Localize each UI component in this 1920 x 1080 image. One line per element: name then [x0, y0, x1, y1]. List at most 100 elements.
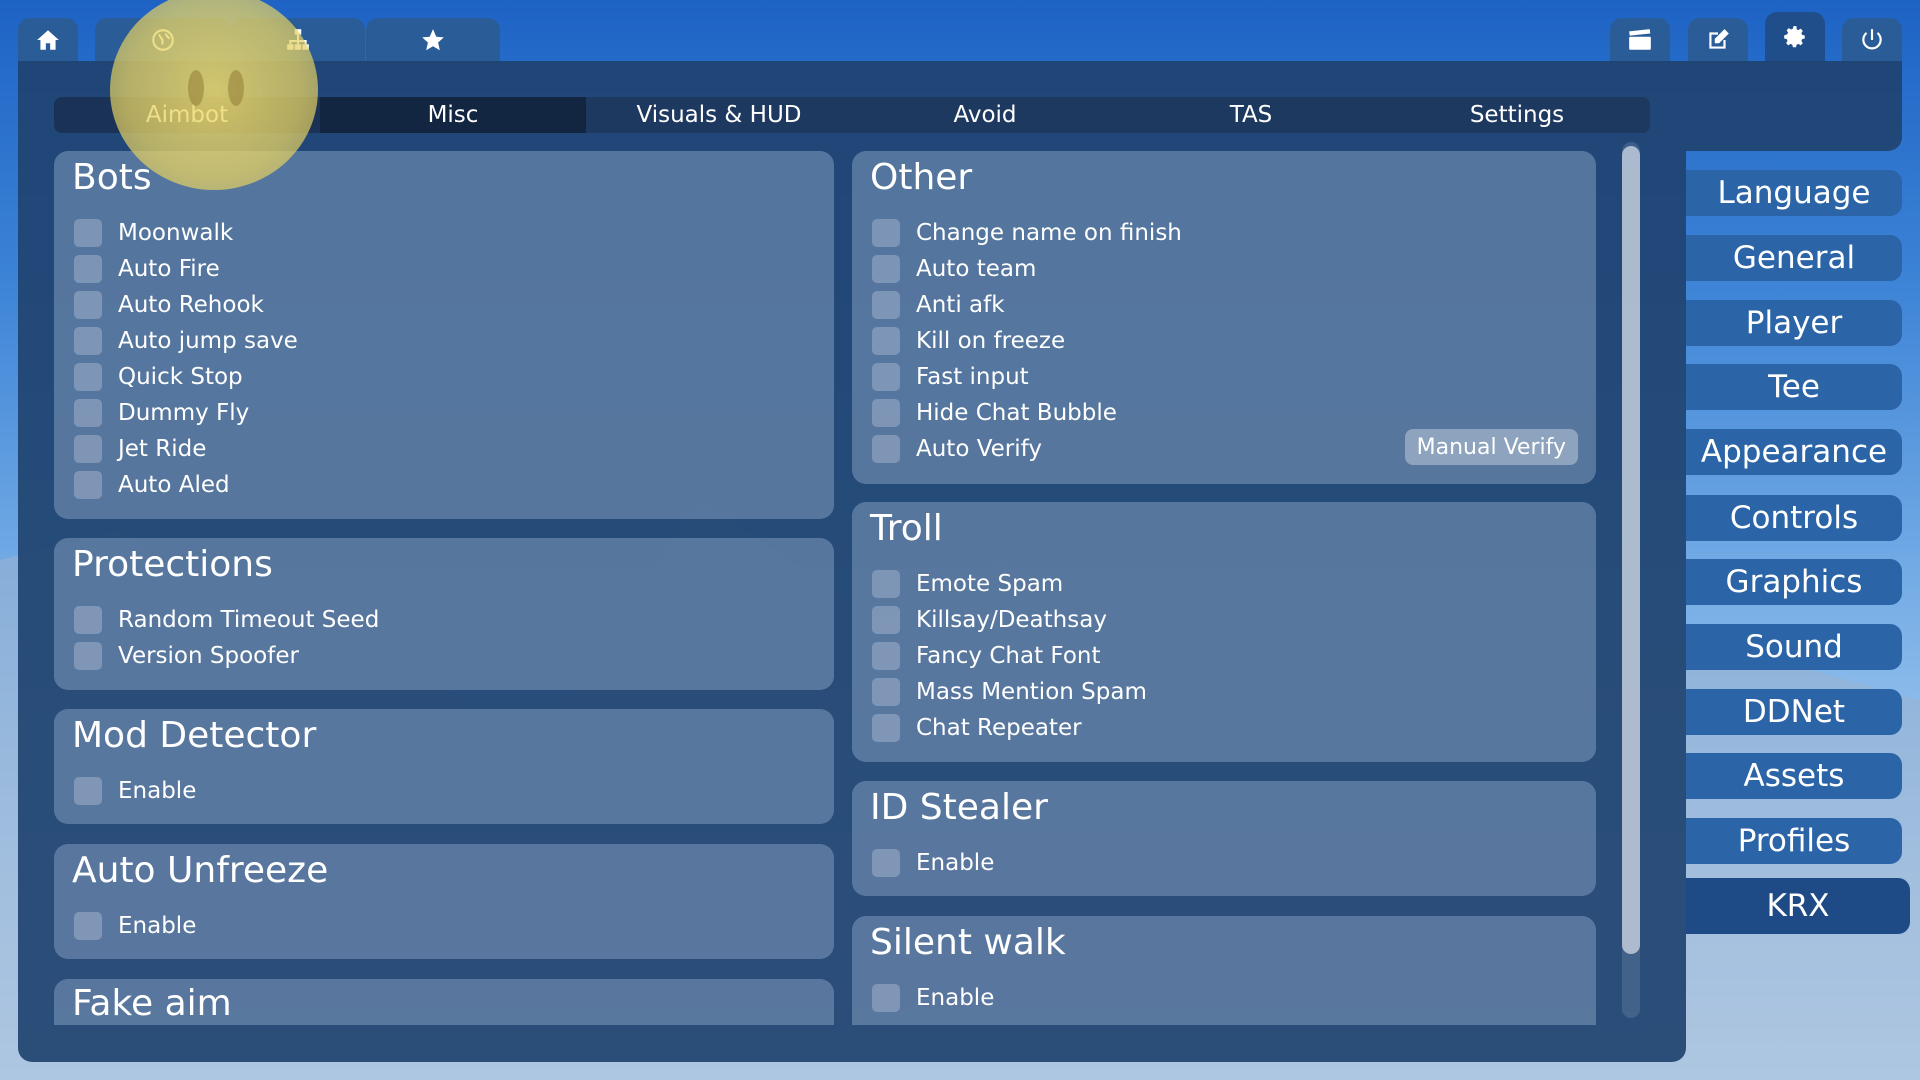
- option-auto-fire[interactable]: Auto Fire: [74, 253, 220, 285]
- quit-tab[interactable]: [1842, 18, 1902, 62]
- option-anti-afk[interactable]: Anti afk: [872, 289, 1005, 321]
- option-killsay-deathsay[interactable]: Killsay/Deathsay: [872, 604, 1107, 636]
- silent-walk-title: Silent walk: [870, 922, 1066, 963]
- option-id-stealer-enable[interactable]: Enable: [872, 847, 994, 879]
- subtab-settings[interactable]: Settings: [1384, 97, 1650, 133]
- subtab-tas[interactable]: TAS: [1118, 97, 1384, 133]
- star-icon: [422, 29, 444, 51]
- checkbox[interactable]: [872, 399, 900, 427]
- option-label: Anti afk: [916, 292, 1005, 318]
- favorites-tab[interactable]: [366, 18, 500, 62]
- checkbox[interactable]: [872, 327, 900, 355]
- manual-verify-button[interactable]: Manual Verify: [1404, 429, 1578, 465]
- side-item-appearance[interactable]: Appearance: [1686, 429, 1902, 475]
- checkbox[interactable]: [872, 363, 900, 391]
- checkbox[interactable]: [872, 291, 900, 319]
- checkbox[interactable]: [872, 642, 900, 670]
- auto-unfreeze-title: Auto Unfreeze: [72, 850, 329, 891]
- checkbox[interactable]: [74, 435, 102, 463]
- option-label: Hide Chat Bubble: [916, 400, 1117, 426]
- checkbox[interactable]: [74, 606, 102, 634]
- checkbox[interactable]: [872, 219, 900, 247]
- bots-card: Bots Moonwalk Auto Fire Auto Rehook Auto…: [54, 151, 834, 519]
- checkbox[interactable]: [74, 291, 102, 319]
- checkbox[interactable]: [74, 777, 102, 805]
- option-jet-ride[interactable]: Jet Ride: [74, 433, 206, 465]
- option-label: Quick Stop: [118, 364, 243, 390]
- option-auto-verify[interactable]: Auto Verify: [872, 433, 1042, 465]
- editor-tab[interactable]: [1688, 18, 1748, 62]
- checkbox[interactable]: [872, 678, 900, 706]
- scrollbar-thumb[interactable]: [1622, 146, 1640, 954]
- checkbox[interactable]: [74, 471, 102, 499]
- side-item-profiles[interactable]: Profiles: [1686, 818, 1902, 864]
- option-auto-unfreeze-enable[interactable]: Enable: [74, 910, 196, 942]
- demos-tab[interactable]: [1610, 18, 1670, 62]
- fake-aim-title: Fake aim: [72, 983, 232, 1024]
- checkbox[interactable]: [74, 363, 102, 391]
- option-auto-rehook[interactable]: Auto Rehook: [74, 289, 264, 321]
- checkbox[interactable]: [872, 435, 900, 463]
- checkbox[interactable]: [74, 327, 102, 355]
- option-chat-repeater[interactable]: Chat Repeater: [872, 712, 1082, 744]
- silent-walk-card: Silent walk Enable: [852, 916, 1596, 1025]
- option-random-timeout-seed[interactable]: Random Timeout Seed: [74, 604, 379, 636]
- checkbox[interactable]: [872, 255, 900, 283]
- option-mod-detector-enable[interactable]: Enable: [74, 775, 196, 807]
- option-emote-spam[interactable]: Emote Spam: [872, 568, 1063, 600]
- checkbox[interactable]: [872, 570, 900, 598]
- side-item-player[interactable]: Player: [1686, 300, 1902, 346]
- id-stealer-title: ID Stealer: [870, 787, 1048, 828]
- option-auto-jump-save[interactable]: Auto jump save: [74, 325, 298, 357]
- option-change-name-on-finish[interactable]: Change name on finish: [872, 217, 1182, 249]
- checkbox[interactable]: [74, 255, 102, 283]
- side-item-graphics[interactable]: Graphics: [1686, 559, 1902, 605]
- side-item-controls[interactable]: Controls: [1686, 495, 1902, 541]
- troll-title: Troll: [870, 508, 943, 549]
- option-label: Enable: [118, 778, 197, 804]
- side-item-krx[interactable]: KRX: [1686, 878, 1910, 934]
- subtab-misc[interactable]: Misc: [320, 97, 586, 133]
- side-item-ddnet[interactable]: DDNet: [1686, 689, 1902, 735]
- option-label: Enable: [118, 913, 197, 939]
- option-kill-on-freeze[interactable]: Kill on freeze: [872, 325, 1065, 357]
- option-label: Auto Fire: [118, 256, 220, 282]
- side-item-tee[interactable]: Tee: [1686, 364, 1902, 410]
- checkbox[interactable]: [74, 219, 102, 247]
- checkbox[interactable]: [872, 714, 900, 742]
- checkbox[interactable]: [872, 849, 900, 877]
- option-fancy-chat-font[interactable]: Fancy Chat Font: [872, 640, 1101, 672]
- option-dummy-fly[interactable]: Dummy Fly: [74, 397, 249, 429]
- home-tab[interactable]: [18, 18, 78, 62]
- option-label: Enable: [916, 850, 995, 876]
- mod-detector-title: Mod Detector: [72, 715, 317, 756]
- option-label: Auto Rehook: [118, 292, 264, 318]
- option-hide-chat-bubble[interactable]: Hide Chat Bubble: [872, 397, 1117, 429]
- side-item-language[interactable]: Language: [1686, 170, 1902, 216]
- side-item-sound[interactable]: Sound: [1686, 624, 1902, 670]
- option-label: Version Spoofer: [118, 643, 299, 669]
- side-item-general[interactable]: General: [1686, 235, 1902, 281]
- panel-corner: [1686, 61, 1902, 151]
- option-auto-aled[interactable]: Auto Aled: [74, 469, 230, 501]
- checkbox[interactable]: [872, 984, 900, 1012]
- option-silent-walk-enable[interactable]: Enable: [872, 982, 994, 1014]
- option-auto-team[interactable]: Auto team: [872, 253, 1036, 285]
- option-version-spoofer[interactable]: Version Spoofer: [74, 640, 299, 672]
- troll-card: Troll Emote Spam Killsay/Deathsay Fancy …: [852, 502, 1596, 762]
- subtab-avoid[interactable]: Avoid: [852, 97, 1118, 133]
- option-moonwalk[interactable]: Moonwalk: [74, 217, 233, 249]
- checkbox[interactable]: [74, 912, 102, 940]
- checkbox[interactable]: [872, 606, 900, 634]
- option-mass-mention-spam[interactable]: Mass Mention Spam: [872, 676, 1147, 708]
- checkbox[interactable]: [74, 399, 102, 427]
- protections-title: Protections: [72, 544, 273, 585]
- option-fast-input[interactable]: Fast input: [872, 361, 1029, 393]
- option-quick-stop[interactable]: Quick Stop: [74, 361, 243, 393]
- settings-tab[interactable]: [1765, 12, 1825, 62]
- checkbox[interactable]: [74, 642, 102, 670]
- scrollbar-track[interactable]: [1622, 142, 1640, 1018]
- side-item-assets[interactable]: Assets: [1686, 753, 1902, 799]
- option-label: Kill on freeze: [916, 328, 1066, 354]
- subtab-visuals-hud[interactable]: Visuals & HUD: [586, 97, 852, 133]
